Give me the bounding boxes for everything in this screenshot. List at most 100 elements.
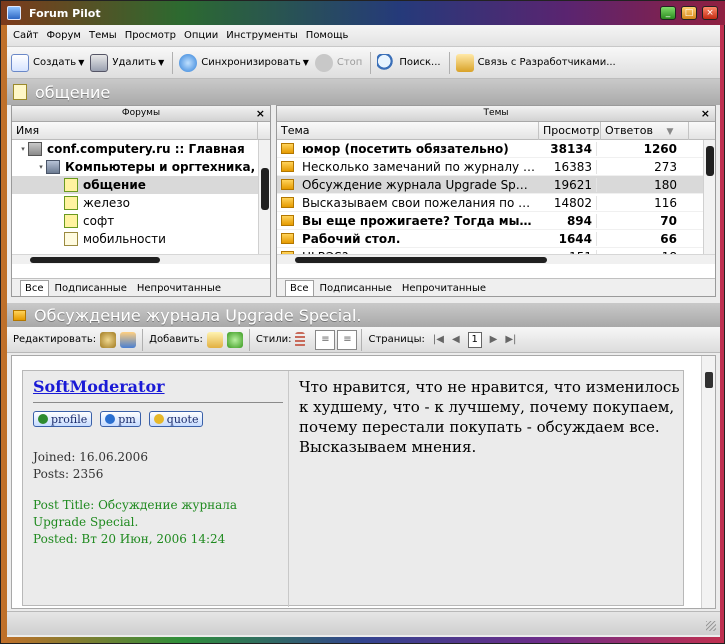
next-page-icon[interactable]: ▶ bbox=[490, 334, 498, 345]
style-flat-button[interactable]: ≡ bbox=[337, 329, 358, 350]
forum-icon bbox=[64, 232, 78, 246]
topic-replies-cell: 66 bbox=[660, 231, 677, 246]
tab-forums-all[interactable]: Все bbox=[20, 280, 49, 296]
tree-item[interactable]: софт bbox=[12, 212, 270, 230]
post-view: SoftModerator profile pm quote Joined: 1… bbox=[11, 355, 716, 609]
topic-title: Обсуждение журнала Upgrade Special. bbox=[34, 305, 362, 325]
topic-title-text: юмор (посетить обязательно) bbox=[302, 141, 509, 156]
tree-item[interactable]: железо bbox=[12, 194, 270, 212]
resize-grip[interactable] bbox=[706, 621, 716, 631]
topic-row[interactable]: Несколько замечаний по журналу Up... 1638… bbox=[277, 158, 715, 176]
menu-view[interactable]: Просмотр bbox=[125, 30, 176, 41]
forums-tree: ▾ conf.computery.ru :: Главная ▾ Компьютеры… bbox=[12, 140, 270, 254]
sync-button[interactable]: Синхронизировать ▼ bbox=[179, 53, 309, 72]
menu-tools[interactable]: Инструменты bbox=[226, 30, 298, 41]
tree-item-label: мобильности bbox=[83, 232, 166, 246]
current-page[interactable]: 1 bbox=[467, 331, 482, 348]
forums-hscrollbar[interactable] bbox=[12, 254, 270, 264]
forums-tabs: Все Подписанные Непрочитанные bbox=[12, 278, 270, 296]
style-lines-button[interactable]: ≡ bbox=[315, 329, 336, 350]
create-button[interactable]: Создать ▼ bbox=[11, 53, 84, 72]
tree-item[interactable]: ▾ conf.computery.ru :: Главная bbox=[12, 140, 270, 158]
contact-developers-button[interactable]: Связь с Разработчиками... bbox=[455, 53, 616, 72]
topic-title-cell: Обсуждение журнала Upgrade Special. bbox=[277, 178, 535, 192]
folder-icon bbox=[281, 179, 294, 190]
topic-replies-cell: 1260 bbox=[643, 141, 677, 156]
minimize-button[interactable]: _ bbox=[660, 6, 676, 20]
topic-row[interactable]: юмор (посетить обязательно) 38134 1260 bbox=[277, 140, 715, 158]
column-topic[interactable]: Тема bbox=[277, 121, 539, 140]
tree-item[interactable]: общение bbox=[12, 176, 270, 194]
add-post-icon[interactable] bbox=[206, 331, 223, 348]
tree-item-label: софт bbox=[83, 214, 115, 228]
prev-page-icon[interactable]: ◀ bbox=[452, 334, 460, 345]
menu-forum[interactable]: Форум bbox=[46, 30, 81, 41]
topic-title-text: Высказываем свои пожелания по буд... bbox=[302, 195, 535, 210]
pm-button[interactable]: pm bbox=[100, 411, 141, 427]
post-body: Что нравится, что не нравится, что измен… bbox=[299, 378, 680, 456]
post-vscrollbar[interactable] bbox=[701, 356, 715, 608]
first-page-icon[interactable]: |◀ bbox=[433, 334, 444, 345]
topics-pane: Темы × Тема Просмотр Ответов ▼ юмор (пос… bbox=[276, 105, 716, 297]
topic-row[interactable]: Вы еще прожигаете? Тогда мы и... 894 70 bbox=[277, 212, 715, 230]
tab-topics-unread[interactable]: Непрочитанные bbox=[398, 281, 490, 296]
topic-views-cell: 894 bbox=[535, 213, 597, 228]
forum-icon bbox=[64, 214, 78, 228]
tab-forums-unread[interactable]: Непрочитанные bbox=[133, 281, 225, 296]
last-page-icon[interactable]: ▶| bbox=[505, 334, 516, 345]
topic-views-cell: 16383 bbox=[535, 159, 597, 174]
folder-icon bbox=[281, 197, 294, 208]
forum-icon bbox=[13, 84, 27, 100]
sync-icon bbox=[179, 53, 198, 72]
menu-help[interactable]: Помощь bbox=[306, 30, 349, 41]
column-name[interactable]: Имя bbox=[12, 121, 258, 140]
edit-user-icon[interactable] bbox=[120, 331, 137, 348]
menu-topics[interactable]: Темы bbox=[89, 30, 117, 41]
edit-label: Редактировать: bbox=[13, 334, 97, 345]
tree-item[interactable]: ▾ Компьютеры и оргтехника, bbox=[12, 158, 270, 176]
app-window: Forum Pilot _ □ × Сайт Форум Темы Просмо… bbox=[0, 0, 725, 644]
tab-topics-all[interactable]: Все bbox=[285, 280, 314, 296]
category-icon bbox=[46, 160, 60, 174]
tree-item-label: железо bbox=[83, 196, 130, 210]
topic-row[interactable]: Обсуждение журнала Upgrade Special. 19621… bbox=[277, 176, 715, 194]
search-button[interactable]: Поиск... bbox=[377, 53, 441, 72]
add-label: Добавить: bbox=[149, 334, 203, 345]
column-replies[interactable]: Ответов ▼ bbox=[601, 121, 689, 140]
forums-vscrollbar[interactable] bbox=[258, 140, 270, 254]
topic-row[interactable]: Высказываем свои пожелания по буд... 1480… bbox=[277, 194, 715, 212]
tree-item[interactable]: мобильности bbox=[12, 230, 270, 248]
pm-icon bbox=[105, 414, 116, 424]
stop-button[interactable]: Стоп bbox=[314, 53, 362, 72]
topics-vscrollbar[interactable] bbox=[703, 140, 715, 254]
expand-toggle-icon[interactable]: ▾ bbox=[36, 163, 46, 171]
topic-title-text: Рабочий стол. bbox=[302, 231, 401, 246]
expand-toggle-icon[interactable]: ▾ bbox=[18, 145, 28, 153]
search-label: Поиск... bbox=[399, 57, 441, 68]
topic-title-cell: Несколько замечаний по журналу Up... bbox=[277, 160, 535, 174]
profile-button[interactable]: profile bbox=[33, 411, 93, 427]
topic-replies-cell: 180 bbox=[654, 177, 677, 192]
topics-column-header: Тема Просмотр Ответов ▼ bbox=[277, 121, 715, 140]
close-window-button[interactable]: × bbox=[702, 6, 718, 20]
author-link[interactable]: SoftModerator bbox=[33, 377, 282, 396]
tab-forums-subscribed[interactable]: Подписанные bbox=[51, 281, 131, 296]
maximize-button[interactable]: □ bbox=[681, 6, 697, 20]
topics-hscrollbar[interactable] bbox=[277, 254, 715, 264]
topic-row[interactable]: Рабочий стол. 1644 66 bbox=[277, 230, 715, 248]
close-topics-pane-icon[interactable]: × bbox=[701, 106, 710, 121]
delete-button[interactable]: Удалить ▼ bbox=[90, 53, 164, 72]
edit-settings-icon[interactable] bbox=[100, 331, 117, 348]
window-title: Forum Pilot bbox=[29, 6, 101, 20]
style-list-icon[interactable] bbox=[295, 331, 306, 348]
menu-options[interactable]: Опции bbox=[184, 30, 218, 41]
add-plus-icon[interactable] bbox=[226, 331, 243, 348]
menu-site[interactable]: Сайт bbox=[13, 30, 38, 41]
tree-item-label: Компьютеры и оргтехника, bbox=[65, 160, 256, 174]
quote-button[interactable]: quote bbox=[148, 411, 204, 427]
tab-topics-subscribed[interactable]: Подписанные bbox=[316, 281, 396, 296]
client-area: Сайт Форум Темы Просмотр Опции Инструмен… bbox=[7, 25, 720, 637]
toolbar: Создать ▼ Удалить ▼ Синхронизировать ▼ Стоп… bbox=[7, 47, 720, 79]
column-views[interactable]: Просмотр bbox=[539, 121, 601, 140]
close-forums-pane-icon[interactable]: × bbox=[256, 106, 265, 121]
